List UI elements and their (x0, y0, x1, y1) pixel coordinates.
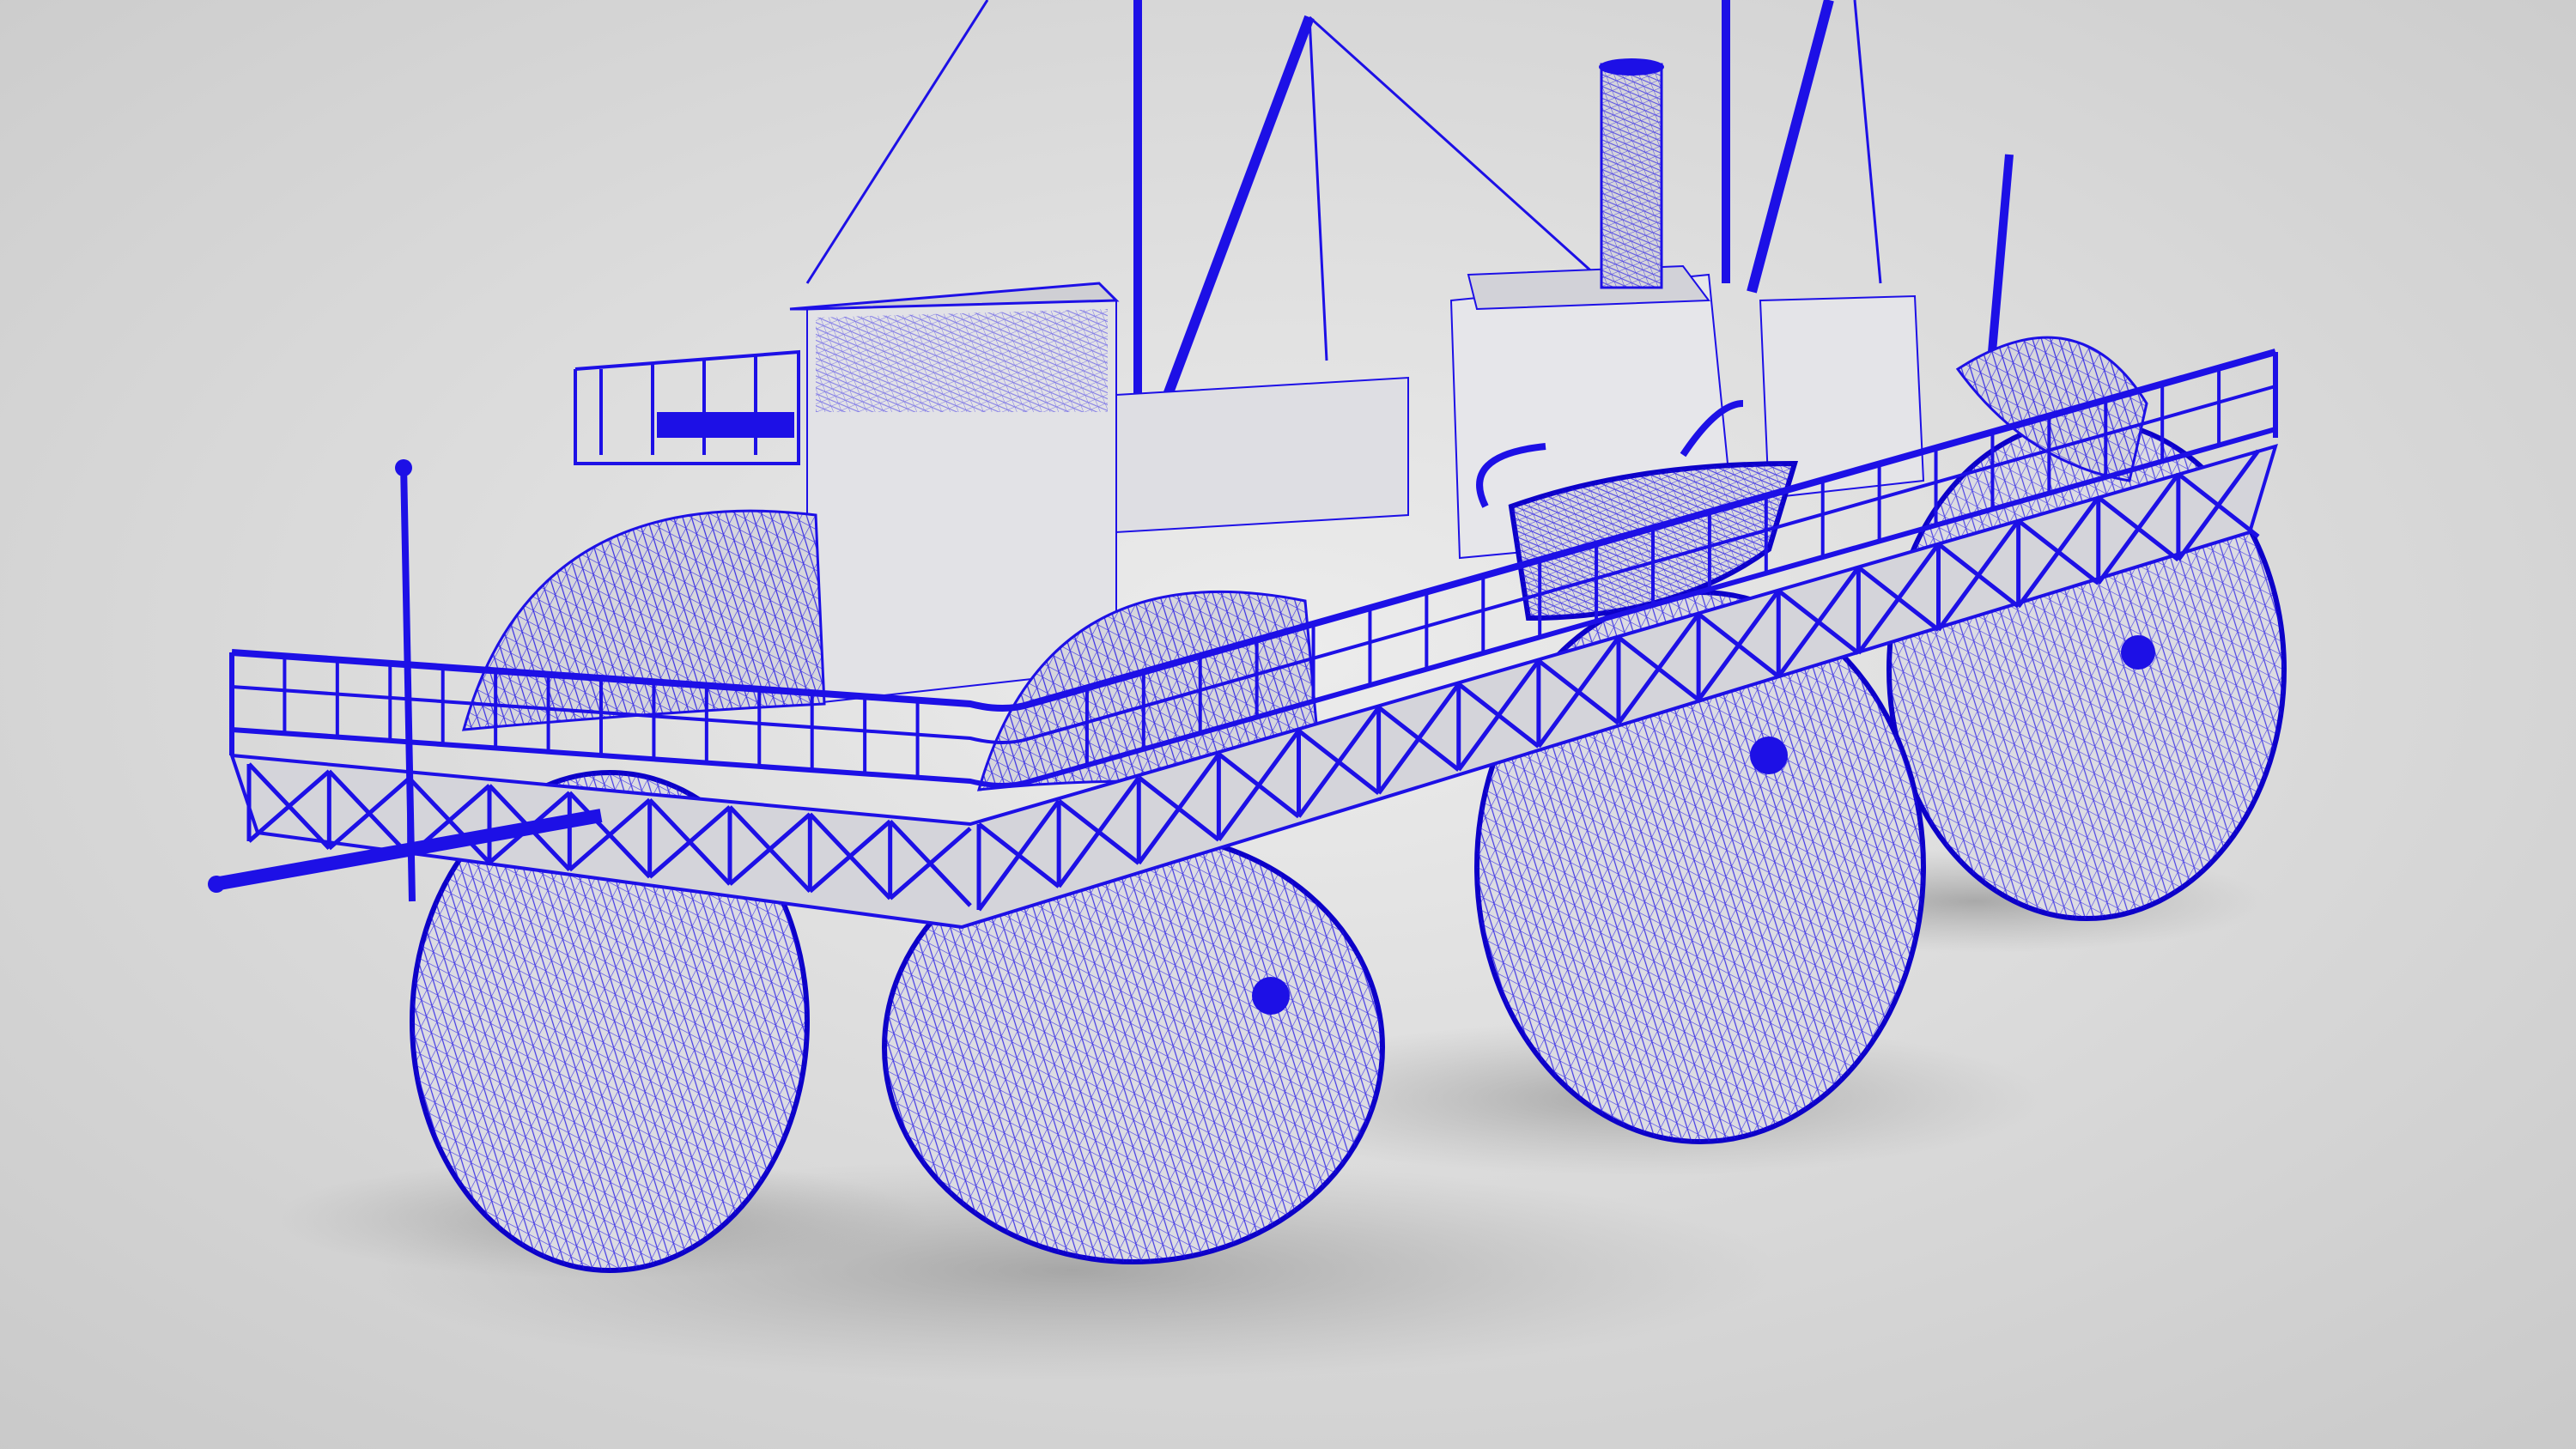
wireframe-render (0, 0, 2576, 1449)
smokestack-icon (1599, 58, 1664, 289)
render-viewport (0, 0, 2576, 1449)
